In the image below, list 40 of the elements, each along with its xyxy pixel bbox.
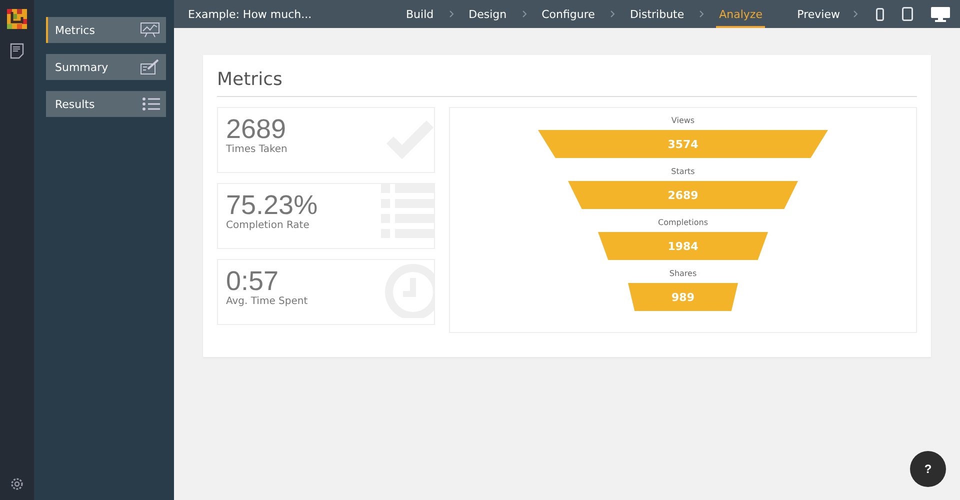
chevron-icon xyxy=(610,10,615,18)
presentation-chart-icon xyxy=(140,22,160,38)
stat-value: 75.23% xyxy=(226,190,319,220)
step-tab[interactable]: Distribute xyxy=(626,0,688,28)
sidebar-item[interactable]: Results xyxy=(46,91,166,117)
step-tab[interactable]: Configure xyxy=(538,0,598,28)
logo-icon[interactable] xyxy=(7,9,27,29)
card-title: Metrics xyxy=(217,69,917,97)
document-icon[interactable] xyxy=(10,43,24,59)
stat-value: 0:57 xyxy=(226,266,280,296)
funnel-stage-label: Views xyxy=(671,115,695,127)
pen-tablet-icon xyxy=(140,59,160,75)
chevron-icon xyxy=(699,10,704,18)
step-tab[interactable]: Analyze xyxy=(716,0,766,28)
funnel-bar: 2689 xyxy=(568,181,798,209)
phone-icon[interactable] xyxy=(876,8,884,20)
sidebar-item[interactable]: Metrics xyxy=(46,17,166,43)
funnel-bar: 989 xyxy=(628,283,738,311)
sidebar-item[interactable]: Summary xyxy=(46,54,166,80)
desktop-icon[interactable] xyxy=(931,6,950,22)
step-tab[interactable]: Build xyxy=(403,0,437,28)
stat-label: Completion Rate xyxy=(226,220,310,231)
settings-icon[interactable] xyxy=(9,476,25,492)
project-title: Example: How much... xyxy=(188,8,313,20)
help-button[interactable]: ? xyxy=(910,451,946,487)
stat-value: 2689 xyxy=(226,114,288,144)
funnel-bar: 3574 xyxy=(538,130,828,158)
stat-label: Avg. Time Spent xyxy=(226,296,309,307)
funnel-stage-label: Starts xyxy=(671,166,695,178)
funnel-stage-label: Completions xyxy=(658,217,708,229)
stat-label: Times Taken xyxy=(226,144,288,155)
step-tab[interactable]: Design xyxy=(466,0,510,28)
chevron-icon xyxy=(522,10,527,18)
chevron-icon xyxy=(853,10,858,18)
funnel-stage-label: Shares xyxy=(669,268,697,280)
preview-button[interactable]: Preview xyxy=(794,0,843,28)
tablet-icon[interactable] xyxy=(902,7,913,21)
list-icon xyxy=(142,97,160,111)
chevron-icon xyxy=(448,10,454,18)
funnel-bar: 1984 xyxy=(598,232,768,260)
